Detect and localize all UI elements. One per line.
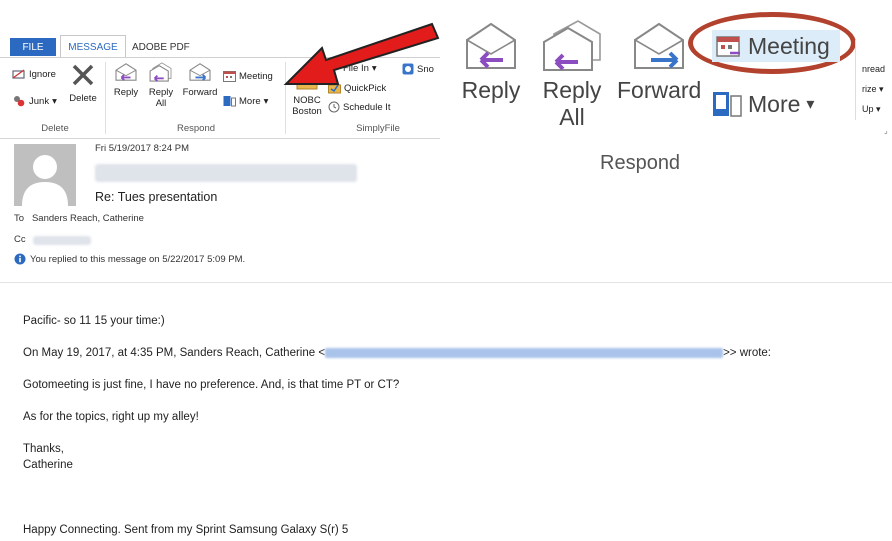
cc-recipient-redacted[interactable] — [33, 236, 91, 245]
body-signature: Happy Connecting. Sent from my Sprint Sa… — [23, 524, 349, 536]
cc-label: Cc — [14, 234, 26, 245]
forward-icon — [634, 22, 684, 69]
junk-icon — [14, 96, 25, 107]
zoom-reply-button[interactable]: Reply — [459, 20, 523, 104]
categorize-label: rize — [862, 84, 877, 94]
reply-all-label-line1: Reply — [148, 87, 174, 98]
zoom-more-button[interactable]: More ▾ — [712, 90, 814, 118]
body-line-4: As for the topics, right up my alley! — [23, 411, 199, 423]
reply-icon — [466, 22, 516, 69]
chevron-down-icon: ▾ — [52, 95, 57, 107]
sender-redacted — [95, 164, 357, 182]
tab-message[interactable]: MESSAGE — [60, 35, 126, 58]
quoted-header-suffix: >> wrote: — [723, 347, 772, 359]
zoom-more-label: More — [748, 90, 801, 117]
body-line-1: Pacific- so 11 15 your time:) — [23, 315, 165, 327]
more-icon — [223, 96, 236, 107]
zoom-right-item-followup[interactable]: Up ▾ — [862, 104, 881, 115]
reply-icon — [115, 63, 137, 81]
zoom-reply-all-label-line2: All — [559, 104, 585, 130]
meeting-calendar-icon — [223, 71, 236, 82]
more-button[interactable]: More ▾ — [223, 95, 268, 107]
more-icon — [713, 92, 742, 117]
forward-button[interactable]: Forward — [180, 62, 220, 98]
forward-icon — [189, 63, 211, 81]
message-subject: Re: Tues presentation — [95, 190, 218, 204]
to-label: To — [14, 213, 25, 224]
meeting-button[interactable]: Meeting — [223, 70, 273, 82]
reply-label: Reply — [113, 87, 139, 98]
followup-label: Up — [862, 104, 874, 114]
chevron-down-icon: ▾ — [263, 95, 269, 107]
zoom-meeting-button[interactable]: Meeting — [712, 30, 840, 62]
meeting-label: Meeting — [239, 70, 273, 82]
delete-label: Delete — [69, 93, 97, 104]
email-link-redacted[interactable] — [325, 347, 724, 358]
nobc-label-line2: Boston — [292, 106, 322, 117]
replied-notice-text: You replied to this message on 5/22/2017… — [30, 253, 246, 265]
body-line-6: Catherine — [23, 459, 73, 471]
zoom-group-respond-label: Respond — [600, 152, 681, 174]
junk-label: Junk — [29, 95, 50, 107]
ignore-icon — [12, 69, 25, 79]
ignore-button[interactable]: Ignore — [12, 68, 56, 80]
forward-label: Forward — [182, 87, 218, 98]
group-delete-label: Delete — [41, 123, 69, 134]
tab-adobe-pdf[interactable]: ADOBE PDF — [132, 38, 212, 56]
dialog-launcher-icon[interactable]: ⌟ — [884, 126, 888, 135]
delete-x-icon — [72, 64, 94, 86]
reply-all-button[interactable]: Reply All — [145, 62, 177, 109]
zoom-reply-label: Reply — [461, 77, 521, 103]
junk-button[interactable]: Junk ▾ — [12, 95, 57, 107]
zoom-reply-all-label-line1: Reply — [542, 77, 602, 103]
group-divider — [855, 40, 856, 120]
clock-icon — [328, 101, 340, 113]
more-label: More — [239, 95, 261, 107]
quoted-header-prefix: On May 19, 2017, at 4:35 PM, Sanders Rea… — [23, 347, 326, 359]
reply-all-icon — [149, 62, 172, 82]
reply-all-label-line2: All — [155, 98, 167, 109]
info-icon — [14, 253, 26, 265]
meeting-calendar-icon — [716, 36, 740, 57]
header-divider — [0, 282, 892, 283]
nobc-label-line1: NOBC — [293, 95, 321, 106]
group-divider — [105, 62, 106, 134]
chevron-down-icon: ▾ — [806, 96, 815, 113]
zoom-reply-all-button[interactable]: Reply All — [537, 20, 607, 131]
body-line-5: Thanks, — [23, 443, 64, 455]
red-arrow-annotation — [283, 22, 440, 85]
reply-all-icon — [543, 20, 601, 71]
zoom-right-item-unread[interactable]: nread — [862, 64, 885, 74]
body-line-3: Gotomeeting is just fine, I have no pref… — [23, 379, 400, 391]
schedule-it-label: Schedule It — [343, 101, 391, 113]
body-line-2: On May 19, 2017, at 4:35 PM, Sanders Rea… — [23, 347, 771, 359]
schedule-it-button[interactable]: Schedule It — [328, 101, 391, 113]
person-icon — [22, 155, 68, 206]
zoom-right-item-categorize[interactable]: rize ▾ — [862, 84, 884, 95]
zoom-forward-label: Forward — [617, 77, 702, 103]
to-row: To Sanders Reach, Catherine — [14, 213, 144, 224]
message-date: Fri 5/19/2017 8:24 PM — [95, 143, 189, 154]
group-respond-label: Respond — [176, 123, 216, 134]
avatar — [14, 144, 76, 206]
ignore-label: Ignore — [29, 68, 56, 80]
zoom-forward-button[interactable]: Forward — [617, 20, 701, 104]
tab-file[interactable]: FILE — [10, 38, 56, 56]
replied-notice[interactable]: You replied to this message on 5/22/2017… — [14, 253, 245, 265]
reply-button[interactable]: Reply — [111, 62, 141, 98]
to-recipient[interactable]: Sanders Reach, Catherine — [32, 213, 144, 224]
delete-button[interactable]: Delete — [67, 62, 99, 104]
group-simplyfile-label: SimplyFile — [356, 123, 400, 134]
zoom-meeting-label: Meeting — [748, 32, 830, 59]
